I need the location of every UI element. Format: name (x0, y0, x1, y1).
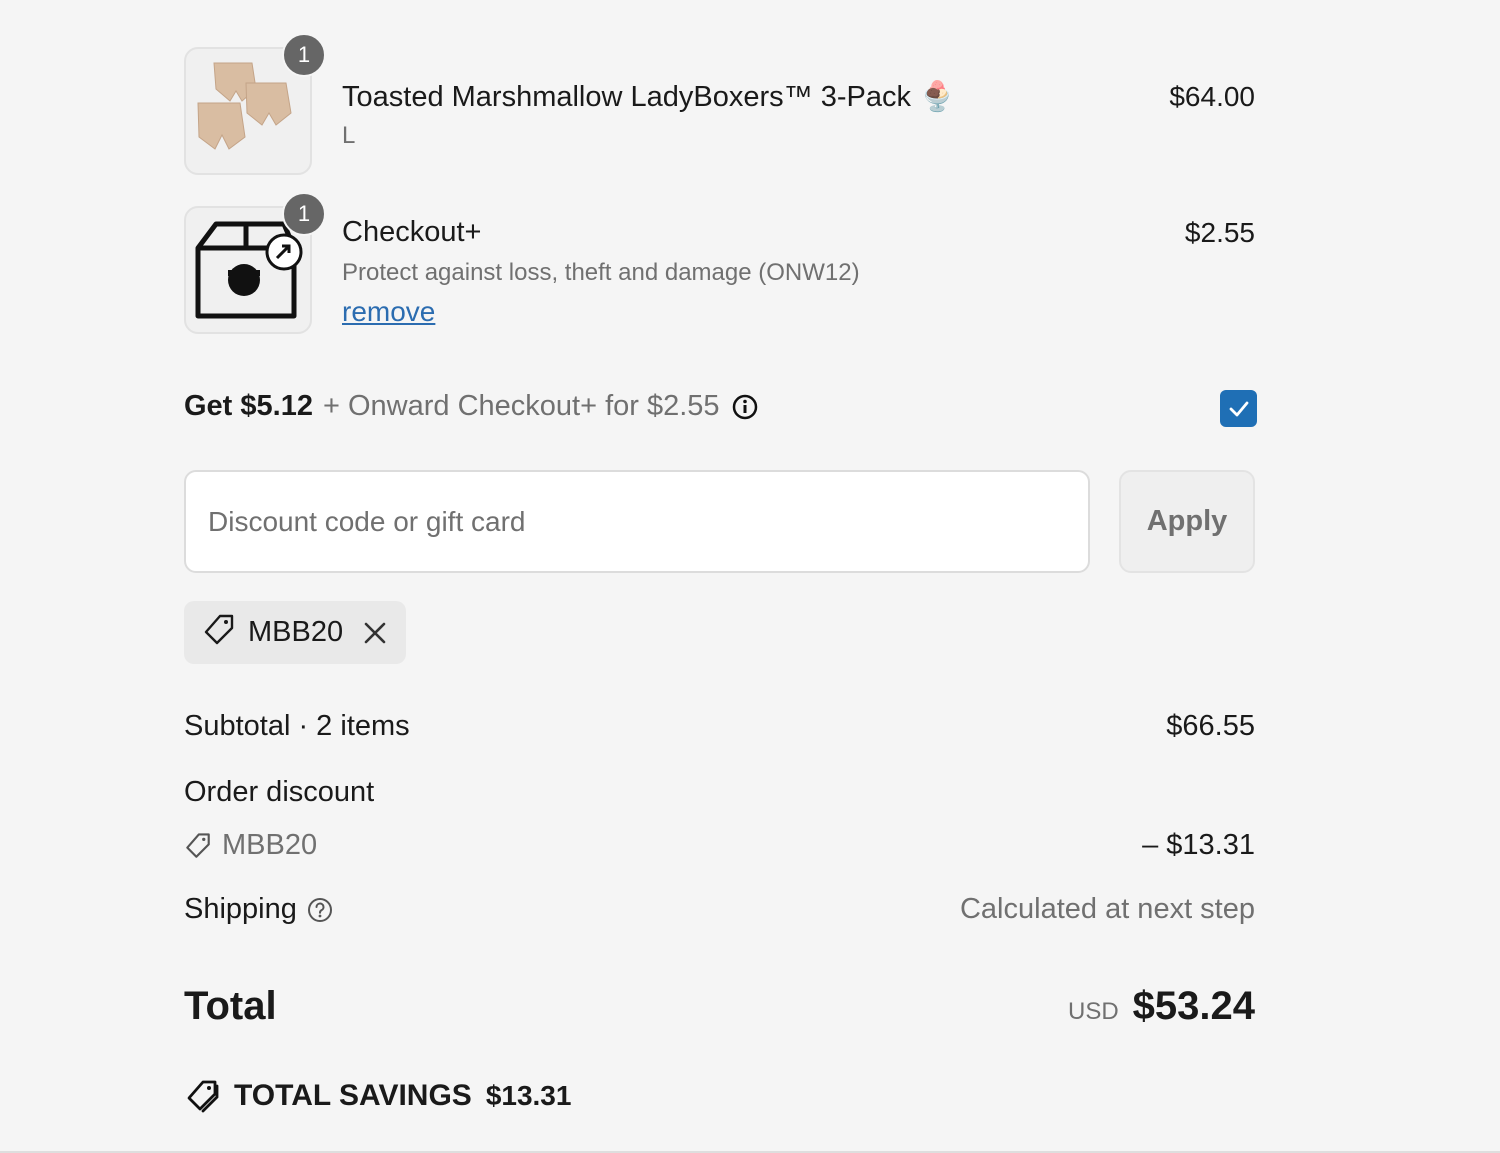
tags-icon (184, 1078, 220, 1114)
checkmark-icon (1229, 401, 1248, 416)
subtotal-row: Subtotal · 2 items $66.55 (184, 710, 1255, 750)
offer-description: + Onward Checkout+ for $2.55 (322, 390, 720, 422)
offer-text: Get $5.12 + Onward Checkout+ for $2.55 (184, 390, 758, 423)
chip-code: MBB20 (248, 616, 344, 648)
shipping-value: Calculated at next step (959, 893, 1255, 925)
total-amount: USD $53.24 (1068, 984, 1255, 1029)
tag-icon (202, 613, 236, 652)
item-name: Toasted Marshmallow LadyBoxers™ 3-Pack 🍨 (342, 81, 956, 113)
total-label: Total (184, 984, 277, 1028)
savings-label: TOTAL SAVINGS (234, 1079, 472, 1112)
checkout-plus-offer: Get $5.12 + Onward Checkout+ for $2.55 (184, 386, 1257, 430)
apply-button[interactable]: Apply (1119, 470, 1255, 573)
applied-discount-chip: MBB20 (184, 601, 406, 664)
shipping-row: Shipping Calculated at next step (184, 893, 1255, 933)
subtotal-label: Subtotal · 2 items (184, 710, 410, 742)
close-icon[interactable] (363, 621, 387, 645)
item-description: Protect against loss, theft and damage (… (342, 259, 860, 286)
subtotal-value: $66.55 (1166, 710, 1255, 742)
currency-code: USD (1067, 998, 1119, 1025)
discount-code-text: MBB20 (222, 829, 318, 861)
tag-icon (184, 832, 212, 860)
quantity-badge: 1 (282, 33, 326, 77)
line-item-checkout-plus: 1 Checkout+ Protect against loss, theft … (184, 192, 1255, 336)
order-discount-row: Order discount (184, 776, 1255, 816)
info-icon[interactable] (732, 394, 758, 420)
question-circle-icon[interactable] (307, 897, 333, 923)
offer-amount: Get $5.12 (184, 390, 313, 422)
item-variant: L (342, 122, 356, 149)
shipping-label-group: Shipping (184, 893, 333, 926)
item-price: $64.00 (1169, 81, 1255, 112)
line-item-ladyboxers: 1 Toasted Marshmallow LadyBoxers™ 3-Pack… (184, 33, 1255, 177)
savings-value: $13.31 (485, 1080, 572, 1111)
discount-code-label: MBB20 (184, 829, 317, 862)
discount-code-input[interactable] (184, 470, 1090, 573)
remove-link[interactable]: remove (342, 296, 435, 328)
shipping-label: Shipping (184, 893, 297, 925)
order-discount-label: Order discount (184, 776, 375, 808)
item-price: $2.55 (1184, 217, 1255, 248)
quantity-badge: 1 (282, 192, 326, 236)
item-name: Checkout+ (342, 216, 482, 248)
discount-value: – $13.31 (1142, 829, 1255, 861)
total-savings: TOTAL SAVINGS $13.31 (184, 1078, 571, 1114)
checkout-plus-checkbox[interactable] (1220, 390, 1257, 427)
discount-code-row: MBB20 – $13.31 (184, 829, 1255, 869)
total-value: $53.24 (1132, 984, 1255, 1028)
